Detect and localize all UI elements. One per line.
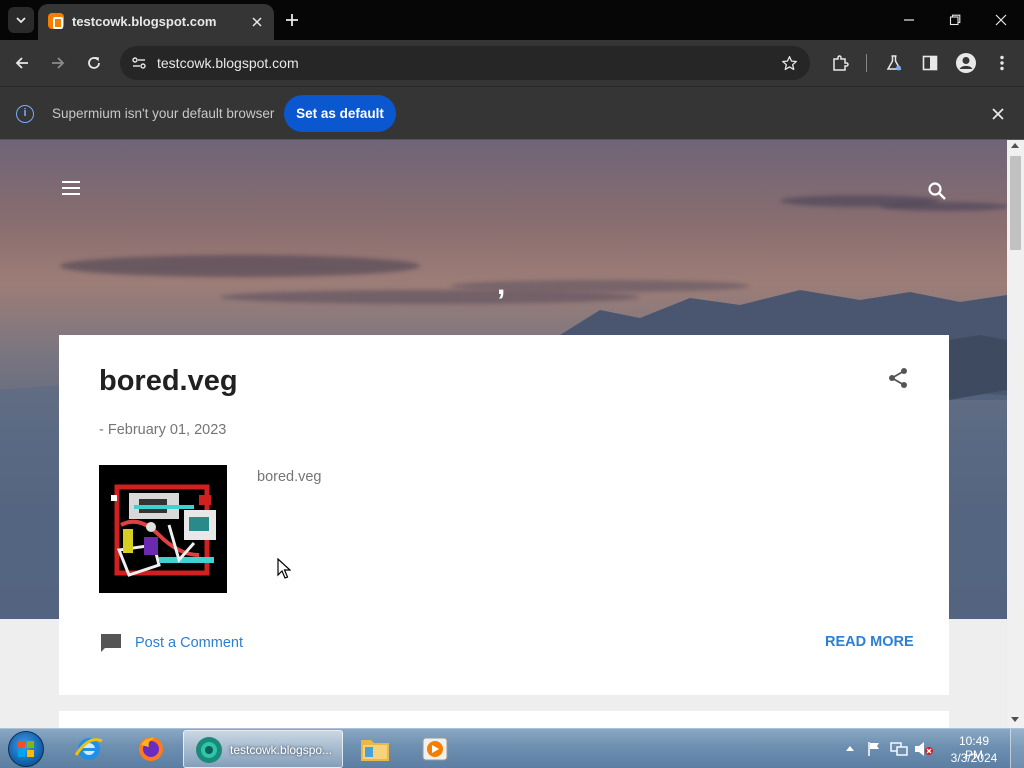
side-panel-button[interactable] <box>916 49 944 77</box>
chevron-down-icon <box>16 17 26 24</box>
back-button[interactable] <box>8 49 36 77</box>
clock-date[interactable]: 3/3/2024 <box>949 751 999 765</box>
browser-toolbar: testcowk.blogspot.com <box>0 40 1024 86</box>
forward-button[interactable] <box>44 49 72 77</box>
scroll-up-arrow-icon[interactable] <box>1011 143 1019 148</box>
minimize-button[interactable] <box>886 4 932 36</box>
close-icon <box>992 108 1004 120</box>
infobar-message: Supermium isn't your default browser <box>52 106 275 121</box>
taskbar-firefox[interactable] <box>124 730 178 768</box>
more-vertical-icon <box>1000 55 1004 71</box>
restore-icon <box>949 14 961 26</box>
extensions-button[interactable] <box>826 49 854 77</box>
arrow-right-icon <box>52 57 65 69</box>
info-icon: i <box>16 105 34 123</box>
share-icon <box>889 368 907 388</box>
tab-search-button[interactable] <box>8 7 34 33</box>
tab-title: testcowk.blogspot.com <box>72 14 217 29</box>
arrow-left-icon <box>15 57 28 69</box>
comment-icon[interactable] <box>99 631 123 655</box>
post-thumbnail[interactable] <box>99 465 227 593</box>
menu-icon <box>62 181 80 195</box>
hamburger-menu-button[interactable] <box>58 176 84 200</box>
media-player-icon <box>422 737 448 761</box>
post-date[interactable]: - February 01, 2023 <box>99 422 226 438</box>
scroll-down-arrow-icon[interactable] <box>1011 717 1019 722</box>
default-browser-infobar: i Supermium isn't your default browser S… <box>0 86 1024 140</box>
volume-muted-icon[interactable] <box>914 741 934 757</box>
address-bar[interactable]: testcowk.blogspot.com <box>120 46 810 80</box>
show-desktop-button[interactable] <box>1010 729 1024 768</box>
scrollbar-thumb[interactable] <box>1010 156 1021 250</box>
tab-close-button[interactable] <box>246 11 268 33</box>
plus-icon <box>286 14 298 26</box>
profile-button[interactable] <box>952 49 980 77</box>
browser-tab[interactable]: testcowk.blogspot.com <box>38 4 274 40</box>
blog-title[interactable]: , <box>497 268 505 302</box>
bookmark-button[interactable] <box>778 52 800 74</box>
network-icon[interactable] <box>890 741 908 757</box>
show-hidden-icons-icon[interactable] <box>846 745 854 751</box>
mouse-cursor-icon <box>277 558 291 579</box>
menu-button[interactable] <box>988 49 1016 77</box>
folder-icon <box>361 740 389 761</box>
taskbar-media-player[interactable] <box>408 730 462 768</box>
system-tray <box>842 729 942 768</box>
reload-button[interactable] <box>80 49 108 77</box>
new-tab-button[interactable] <box>280 8 304 32</box>
taskbar-file-explorer[interactable] <box>348 730 402 768</box>
post-title[interactable]: bored.veg <box>99 365 238 398</box>
restore-button[interactable] <box>932 4 978 36</box>
read-more-link[interactable]: READ MORE <box>825 634 914 650</box>
flask-icon <box>886 55 902 71</box>
taskbar-browser-window[interactable]: testcowk.blogspo... <box>183 730 343 768</box>
tab-strip: testcowk.blogspot.com <box>0 0 1024 40</box>
close-icon <box>995 14 1007 26</box>
page-scrollbar[interactable] <box>1007 140 1024 728</box>
site-settings-icon <box>132 57 146 69</box>
post-snippet: bored.veg <box>257 469 322 485</box>
post-comment-link[interactable]: Post a Comment <box>135 635 243 651</box>
labs-button[interactable] <box>880 49 908 77</box>
windows-taskbar: testcowk.blogspo... 10:49 PM 3/3/2024 <box>0 728 1024 768</box>
action-center-flag-icon[interactable] <box>866 741 882 757</box>
taskbar-internet-explorer[interactable] <box>62 730 116 768</box>
puzzle-icon <box>833 55 849 71</box>
firefox-icon <box>139 737 163 761</box>
share-button[interactable] <box>885 365 911 391</box>
reload-icon <box>88 57 100 69</box>
start-button[interactable] <box>6 730 46 768</box>
minimize-icon <box>904 19 914 21</box>
blogger-favicon-icon <box>48 13 64 29</box>
set-as-default-button[interactable]: Set as default <box>284 95 396 132</box>
next-post-card <box>59 711 949 728</box>
close-window-button[interactable] <box>978 4 1024 36</box>
page-viewport: , bored.veg - February 01, 2023 bored.ve… <box>0 140 1007 728</box>
infobar-close-button[interactable] <box>988 104 1008 124</box>
url-text: testcowk.blogspot.com <box>157 55 299 71</box>
supermium-icon <box>196 737 222 763</box>
star-icon <box>781 55 797 70</box>
search-icon <box>928 182 946 200</box>
post-card: bored.veg - February 01, 2023 bored.veg … <box>59 335 949 695</box>
account-icon <box>956 53 976 73</box>
side-panel-icon <box>922 55 938 71</box>
glitch-art-image <box>99 465 227 593</box>
taskbar-window-label: testcowk.blogspo... <box>230 743 333 757</box>
internet-explorer-icon <box>74 738 103 760</box>
windows-logo-icon <box>8 731 44 767</box>
close-icon <box>252 17 262 27</box>
toolbar-separator <box>866 54 867 72</box>
blog-search-button[interactable] <box>924 178 950 204</box>
